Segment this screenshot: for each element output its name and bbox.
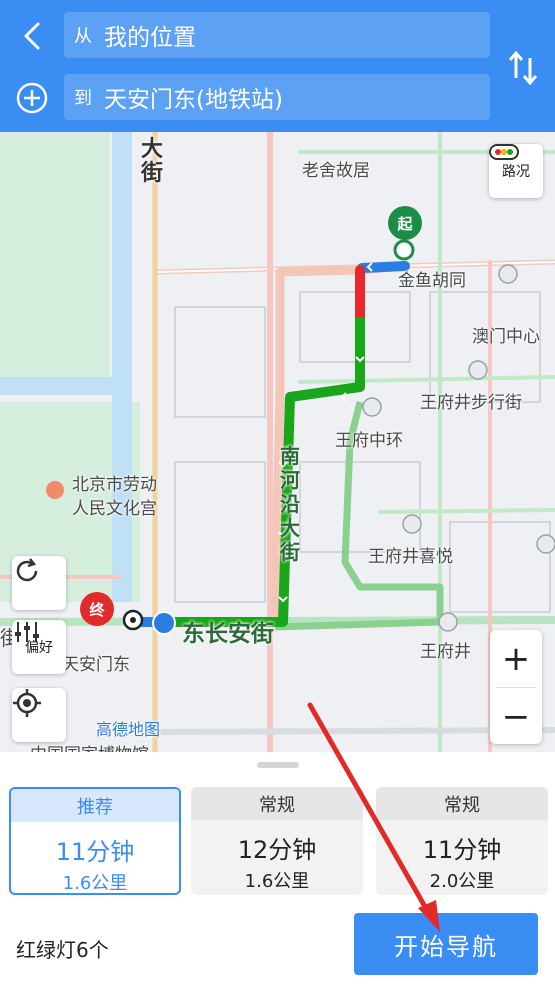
route-option-2[interactable]: 常规 12分钟 1.6公里 [191,787,363,895]
route-distance: 2.0公里 [429,871,495,892]
zoom-in-button[interactable]: + [490,630,542,687]
origin-field[interactable]: 从 我的位置 [64,12,490,58]
destination-field[interactable]: 到 天安门东(地铁站) [64,74,490,120]
refresh-button[interactable] [12,556,66,610]
map-label: 人民文化宫 [72,499,157,519]
walking-icon [152,611,176,635]
destination-value: 天安门东(地铁站) [104,87,283,113]
zoom-control: + − [490,630,542,744]
route-time: 12分钟 [237,836,317,864]
route-tag: 常规 [191,787,363,820]
route-distance: 1.6公里 [244,871,310,892]
map-label: 王府井喜悦 [368,547,453,567]
route-tag: 推荐 [11,789,179,822]
refresh-icon [16,558,38,582]
route-sheet: 推荐 11分钟 1.6公里 常规 12分钟 1.6公里 常规 11分钟 2.0公… [0,752,555,986]
traffic-light-icon [489,144,519,160]
origin-dot-icon [393,239,415,261]
map-label: 王府井步行街 [420,393,522,413]
route-header: 从 我的位置 到 天安门东(地铁站) [0,0,555,132]
locate-icon [13,689,41,717]
route-time: 11分钟 [55,838,135,866]
museum-poi-icon [46,481,64,499]
traffic-label: 路况 [502,164,530,180]
gaode-logo: 高德地图 [96,720,161,739]
street-label: 南河沿大街 [280,444,300,564]
sheet-handle[interactable] [257,762,299,768]
origin-prefix: 从 [74,26,92,47]
moat-water [0,377,132,395]
route-distance: 1.6公里 [62,873,128,894]
map-label: 王府井 [420,642,471,662]
map-label: 澳门中心 [472,327,540,347]
street-label: 东长安街 [182,621,274,647]
map-label: 天安门东 [62,655,130,675]
traffic-toggle-button[interactable]: 路况 [489,144,543,198]
map-label: 王府中环 [335,431,403,451]
map-view[interactable]: 老舍故居 金鱼胡同 澳门中心 王府井步行街 王府中环 北京市劳动 人民文化宫 王… [0,132,555,752]
preference-button[interactable]: 偏好 [12,620,66,674]
park-area [0,132,110,377]
add-waypoint-icon[interactable] [14,80,50,116]
locate-button[interactable] [12,688,66,742]
route-option-3[interactable]: 常规 11分钟 2.0公里 [376,787,548,895]
moat-water [112,132,132,602]
start-pin: 起 [388,206,422,240]
map-label: 金鱼胡同 [398,271,466,291]
origin-value: 我的位置 [104,25,196,51]
map-label: 老舍故居 [302,161,370,181]
swap-icon[interactable] [506,48,540,88]
sliders-icon [15,622,39,642]
route-option-1[interactable]: 推荐 11分钟 1.6公里 [9,787,181,895]
street-label: 大街 [140,137,163,186]
zoom-out-button[interactable]: − [490,688,542,745]
start-navigation-button[interactable]: 开始导航 [354,913,538,975]
end-pin: 终 [80,592,114,626]
map-label: 北京市劳动 [72,475,157,495]
traffic-light-count: 红绿灯6个 [16,938,109,962]
back-icon[interactable] [14,18,50,54]
route-time: 11分钟 [422,836,502,864]
destination-prefix: 到 [74,88,92,109]
route-tag: 常规 [376,787,548,820]
